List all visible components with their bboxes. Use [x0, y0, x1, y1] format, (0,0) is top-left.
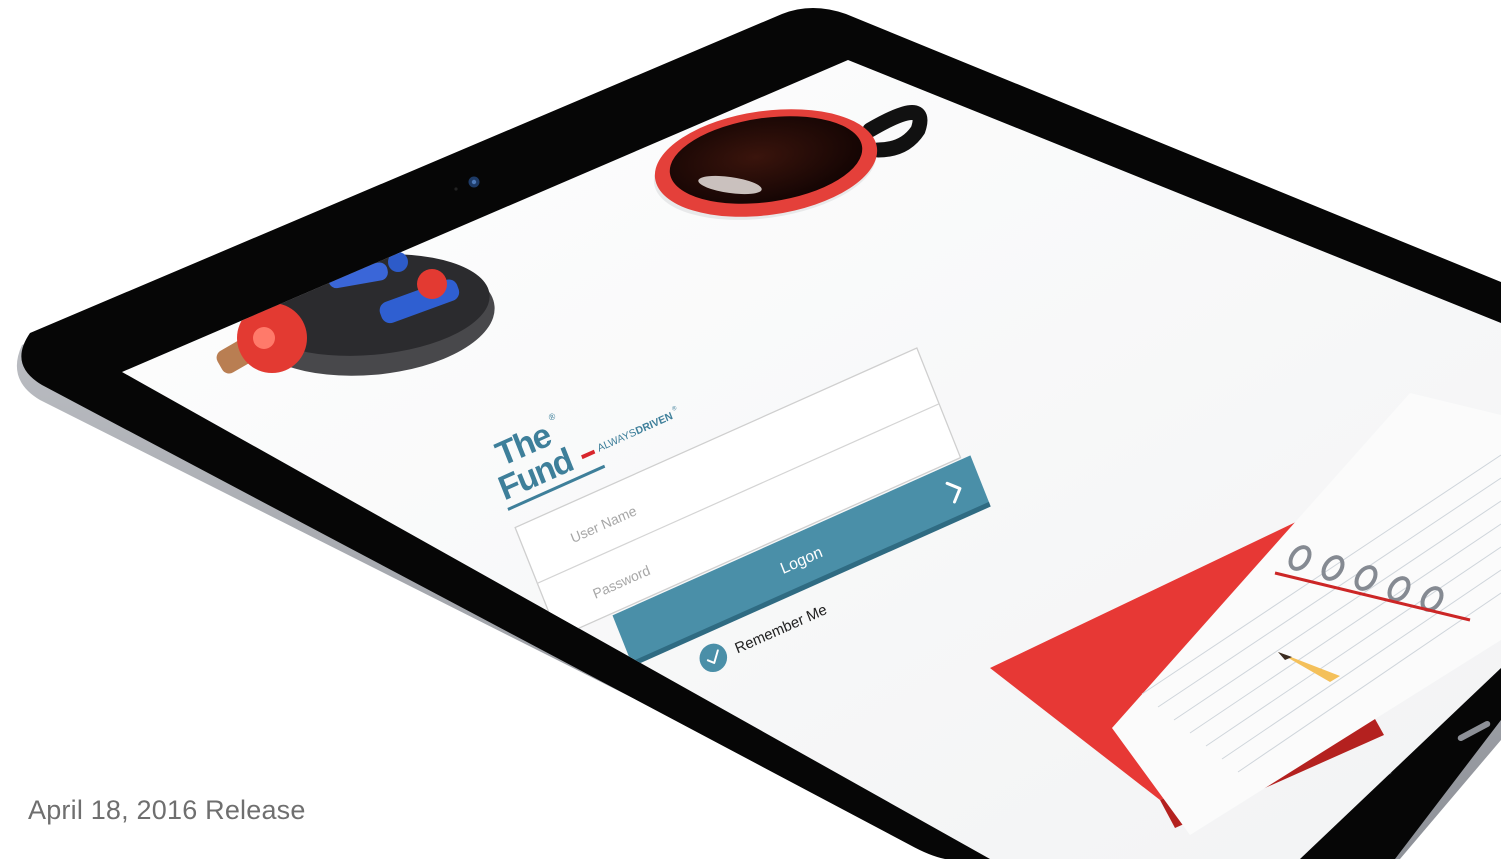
ipad-mockup: The Fund ® ALWAYS DRIVEN ® User Name Pas… — [16, 8, 1501, 859]
release-caption: April 18, 2016 Release — [28, 795, 306, 825]
product-shot: The Fund ® ALWAYS DRIVEN ® User Name Pas… — [0, 0, 1501, 859]
